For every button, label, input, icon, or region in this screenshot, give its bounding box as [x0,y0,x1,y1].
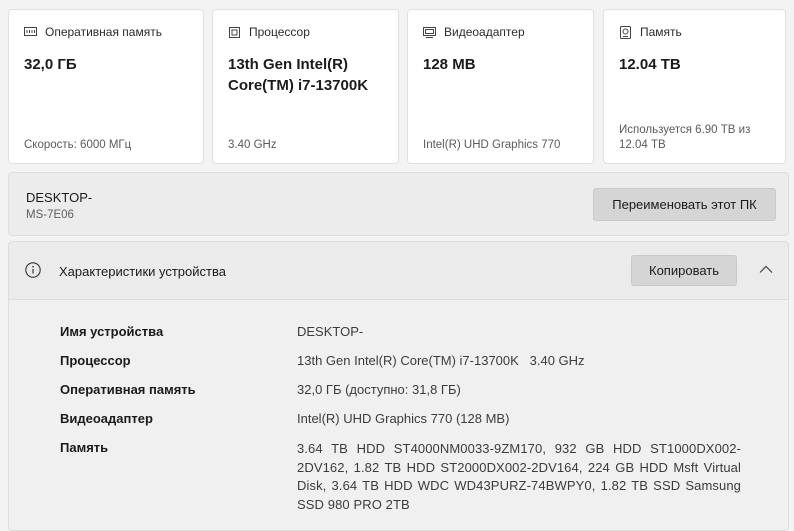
storage-card: Память 12.04 TB Используется 6.90 TB из … [603,9,786,164]
summary-cards: Оперативная память 32,0 ГБ Скорость: 600… [8,9,786,164]
processor-icon [227,25,241,39]
card-label: Оперативная память [45,25,162,39]
display-adapter-icon [422,25,436,39]
chevron-up-icon[interactable] [757,261,775,279]
card-label: Видеоадаптер [444,25,525,39]
display-adapter-card: Видеоадаптер 128 MB Intel(R) UHD Graphic… [407,9,594,164]
card-footer: 3.40 GHz [228,139,277,151]
spec-key: Память [60,440,109,455]
device-name-bar: DESKTOP- MS-7E06 Переименовать этот ПК [8,172,789,236]
device-name: DESKTOP- [26,190,93,205]
card-label: Память [640,25,682,39]
spec-value: 3.64 TB HDD ST4000NM0033-9ZM170, 932 GB … [297,441,741,512]
spec-value: Intel(R) UHD Graphics 770 (128 MB) [297,411,510,426]
rename-pc-button[interactable]: Переименовать этот ПК [593,188,776,221]
card-value: 13th Gen Intel(R) Core(TM) i7-13700K [228,56,369,94]
copy-button[interactable]: Копировать [631,255,737,286]
card-label: Процессор [249,25,310,39]
card-value: 12.04 TB [619,56,681,73]
spec-key: Оперативная память [60,382,196,397]
device-model: MS-7E06 [26,209,74,221]
processor-card: Процессор 13th Gen Intel(R) Core(TM) i7-… [212,9,399,164]
card-value: 32,0 ГБ [24,56,77,73]
spec-key: Видеоадаптер [60,411,153,426]
spec-key: Имя устройства [60,324,164,339]
card-footer: Intel(R) UHD Graphics 770 [423,139,561,151]
spec-value: 13th Gen Intel(R) Core(TM) i7-13700K 3.4… [297,353,585,368]
device-specs-panel: Характеристики устройства Копировать Имя… [8,241,789,531]
memory-icon [23,25,37,39]
spec-key: Процессор [60,353,131,368]
device-specs-header[interactable]: Характеристики устройства Копировать [9,242,788,300]
card-value: 128 MB [423,56,476,73]
card-footer: Используется 6.90 TB из 12.04 TB [619,124,751,151]
device-specs-title: Характеристики устройства [59,264,226,279]
memory-card: Оперативная память 32,0 ГБ Скорость: 600… [8,9,204,164]
storage-icon [618,25,632,39]
info-icon [25,262,41,278]
spec-value: 32,0 ГБ (доступно: 31,8 ГБ) [297,382,461,397]
card-footer: Скорость: 6000 МГц [24,139,132,151]
spec-value: DESKTOP- [297,324,364,339]
